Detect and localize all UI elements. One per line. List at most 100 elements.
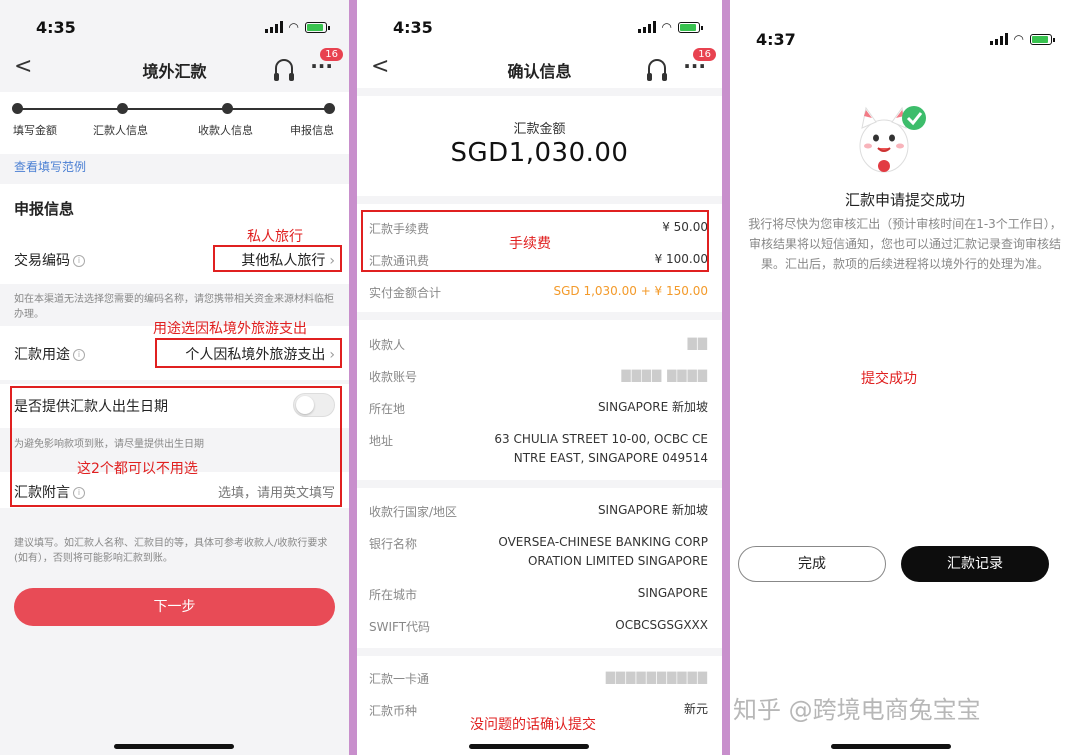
section-title: 申报信息 <box>14 200 75 218</box>
annotation-optional: 这2个都可以不用选 <box>77 461 198 477</box>
battery-icon <box>678 21 703 33</box>
page-title: 境外汇款 <box>142 62 207 81</box>
bank-name-line1: OVERSEA-CHINESE BANKING CORP <box>498 535 708 549</box>
remark-hint: 建议填写。如汇款人名称、汇款目的等，具体可参考收款人/收款行要求(如有），否则将… <box>14 538 328 564</box>
wifi-icon: ◠ <box>1013 32 1024 46</box>
remittance-records-button[interactable]: 汇款记录 <box>901 546 1049 582</box>
annotation-fee: 手续费 <box>509 236 551 252</box>
info-icon[interactable]: i <box>73 255 85 267</box>
bank-name-label: 银行名称 <box>369 537 418 551</box>
battery-icon <box>305 21 330 33</box>
account-value: ▇▇▇▇ ▇▇▇▇ <box>621 368 708 382</box>
payee-label: 收款人 <box>369 338 406 352</box>
trade-code-label: 交易编码 i <box>14 250 85 270</box>
location-label: 所在地 <box>369 402 406 416</box>
swift-value: OCBCSGSGXXX <box>615 618 708 632</box>
annotation-box-purpose <box>155 338 342 368</box>
amount-value: SGD1,030.00 <box>450 138 629 168</box>
address-value: 63 CHULIA STREET 10-00, OCBC CE NTRE EAST… <box>494 430 708 468</box>
status-bar: 4:37 ◠ <box>730 0 1080 52</box>
headset-icon[interactable] <box>274 59 294 81</box>
steps-line <box>18 108 331 110</box>
home-indicator <box>114 744 234 749</box>
payee-value: ▇▇ <box>687 336 708 350</box>
purpose-label-text: 汇款用途 <box>14 347 70 363</box>
currency-value: 新元 <box>683 702 708 716</box>
wifi-icon: ◠ <box>288 20 299 34</box>
total-label: 实付金额合计 <box>369 286 442 300</box>
bank-name-value: OVERSEA-CHINESE BANKING CORP ORATION LIMI… <box>498 533 708 571</box>
address-line2: NTRE EAST, SINGAPORE 049514 <box>513 451 708 465</box>
screen-overseas-remittance: 4:35 ◠ < 境外汇款 ··· 16 填写金额 汇款人信息 收款人信息 申报… <box>0 0 349 755</box>
account-label: 收款账号 <box>369 370 418 384</box>
card-value: ▇▇▇▇▇▇▇▇▇▇ <box>605 670 708 684</box>
bank-name-line2: ORATION LIMITED SINGAPORE <box>527 554 708 568</box>
city-label: 所在城市 <box>369 588 418 602</box>
step-dot <box>117 103 128 114</box>
status-icons: ◠ <box>264 20 330 34</box>
headset-icon[interactable] <box>647 59 667 81</box>
step-label-payee: 收款人信息 <box>198 124 253 137</box>
notification-badge: 16 <box>693 48 716 61</box>
success-description: 我行将尽快为您审核汇出（预计审核时间在1-3个工作日），审核结果将以短信通知，您… <box>748 217 1062 271</box>
status-bar: 4:35 ◠ <box>357 0 722 52</box>
screen-confirm-info: 4:35 ◠ < 确认信息 ··· 16 汇款金额 SGD1,030.00 汇款… <box>357 0 722 755</box>
home-indicator <box>831 744 951 749</box>
nav-bar: < 确认信息 ··· 16 <box>357 48 722 86</box>
divider <box>357 480 722 488</box>
location-value: SINGAPORE 新加坡 <box>597 400 708 414</box>
progress-steps: 填写金额 汇款人信息 收款人信息 申报信息 <box>0 92 349 154</box>
address-label: 地址 <box>369 434 394 448</box>
status-time: 4:35 <box>36 18 76 37</box>
divider <box>357 312 722 320</box>
notification-badge: 16 <box>320 48 343 61</box>
step-dot <box>12 103 23 114</box>
annotation-box-optional <box>10 386 342 507</box>
status-time: 4:37 <box>756 30 796 49</box>
nav-bar: < 境外汇款 ··· 16 <box>0 48 349 86</box>
battery-icon <box>1030 33 1055 45</box>
home-indicator <box>469 744 589 749</box>
divider <box>357 196 722 204</box>
card-label: 汇款一卡通 <box>369 672 430 686</box>
screen-submit-success: 4:37 ◠ 汇款申请提交成功 我行将尽快为您审核汇出（预计审核时间在1-3个工… <box>730 0 1080 755</box>
bank-country-value: SINGAPORE 新加坡 <box>597 503 708 517</box>
signal-icon <box>637 21 656 33</box>
watermark: 知乎 @跨境电商兔宝宝 <box>733 696 981 724</box>
annotation-purpose: 用途选因私境外旅游支出 <box>153 321 307 337</box>
signal-icon <box>264 21 283 33</box>
status-bar: 4:35 ◠ <box>0 0 349 52</box>
step-dot <box>222 103 233 114</box>
divider <box>357 648 722 656</box>
step-label-declaration: 申报信息 <box>290 124 334 137</box>
status-time: 4:35 <box>393 18 433 37</box>
total-value: SGD 1,030.00 + ¥ 150.00 <box>553 284 708 298</box>
wifi-icon: ◠ <box>661 20 672 34</box>
address-line1: 63 CHULIA STREET 10-00, OCBC CE <box>494 432 708 446</box>
status-icons: ◠ <box>637 20 703 34</box>
purpose-label: 汇款用途 i <box>14 344 85 364</box>
status-icons: ◠ <box>989 32 1055 46</box>
annotation-box-trade-code <box>213 245 342 272</box>
mascot-success-icon <box>859 106 926 173</box>
done-button[interactable]: 完成 <box>738 546 886 582</box>
success-title: 汇款申请提交成功 <box>844 191 965 209</box>
swift-label: SWIFT代码 <box>369 620 431 634</box>
info-icon[interactable]: i <box>73 349 85 361</box>
step-label-sender: 汇款人信息 <box>93 124 148 137</box>
city-value: SINGAPORE <box>637 586 708 600</box>
view-example-link[interactable]: 查看填写范例 <box>14 158 86 175</box>
signal-icon <box>989 33 1008 45</box>
amount-label: 汇款金额 <box>513 122 566 137</box>
trade-code-label-text: 交易编码 <box>14 253 70 269</box>
step-label-amount: 填写金额 <box>13 124 57 137</box>
step-dot <box>324 103 335 114</box>
annotation-private-travel: 私人旅行 <box>247 229 303 245</box>
bank-country-label: 收款行国家/地区 <box>369 505 458 519</box>
next-step-button[interactable]: 下一步 <box>14 588 335 626</box>
page-title: 确认信息 <box>507 62 572 81</box>
divider <box>357 88 722 96</box>
currency-label: 汇款币种 <box>369 704 418 718</box>
annotation-success: 提交成功 <box>861 371 917 387</box>
annotation-confirm: 没问题的话确认提交 <box>470 717 596 733</box>
